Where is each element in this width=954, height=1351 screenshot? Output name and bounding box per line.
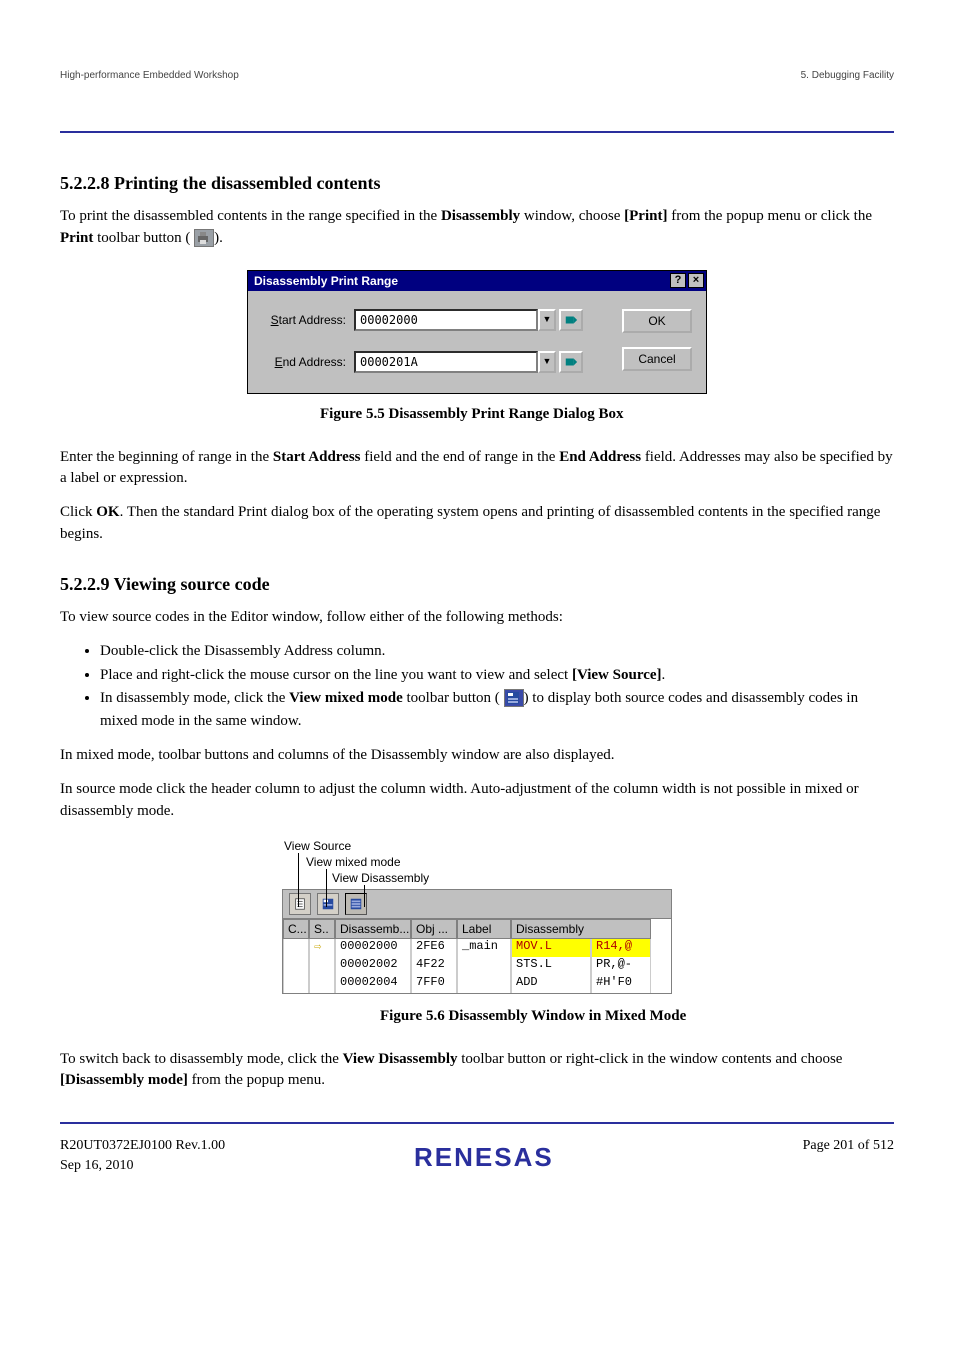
figure-mixed-mode: View Source View mixed mode View Disasse… <box>282 839 672 994</box>
column-header[interactable]: C... <box>283 919 309 939</box>
top-divider <box>60 131 894 133</box>
doc-title: High-performance Embedded Workshop <box>60 70 239 81</box>
label-picker-icon[interactable] <box>559 309 583 331</box>
close-icon[interactable]: × <box>688 273 704 288</box>
dialog-title: Disassembly Print Range <box>254 274 398 288</box>
ok-button[interactable]: OK <box>622 309 692 333</box>
callout-label: View Source <box>284 839 351 853</box>
chevron-down-icon[interactable]: ▼ <box>538 309 556 331</box>
figure-caption: Figure 5.6 Disassembly Window in Mixed M… <box>380 1008 894 1025</box>
print-icon <box>194 229 214 247</box>
end-address-label: End Address: <box>262 355 346 369</box>
paragraph: To print the disassembled contents in th… <box>60 206 894 250</box>
callout-label: View mixed mode <box>306 855 401 869</box>
renesas-logo: RENESAS <box>414 1142 614 1179</box>
start-address-input[interactable] <box>354 309 538 331</box>
chevron-down-icon[interactable]: ▼ <box>538 351 556 373</box>
paragraph: In source mode click the header column t… <box>60 779 894 823</box>
list-item: In disassembly mode, click the View mixe… <box>100 687 894 734</box>
column-header[interactable]: S.. <box>309 919 335 939</box>
table-row: 000020047FF0ADD#H'F0 <box>283 975 671 993</box>
column-header[interactable]: Label <box>457 919 511 939</box>
table-row: 000020024F22STS.LPR,@- <box>283 957 671 975</box>
table-row: ⇨ 000020002FE6_mainMOV.LR14,@ <box>283 939 671 957</box>
doc-ref: R20UT0372EJ0100 Rev.1.00 <box>60 1138 225 1154</box>
paragraph: In mixed mode, toolbar buttons and colum… <box>60 745 894 767</box>
view-mixed-mode-icon[interactable] <box>317 893 339 915</box>
column-header[interactable]: Obj ... <box>411 919 457 939</box>
paragraph: To switch back to disassembly mode, clic… <box>60 1049 894 1093</box>
column-header[interactable]: Disassemb... <box>335 919 411 939</box>
doc-date: Sep 16, 2010 <box>60 1158 225 1174</box>
start-address-label: Start Address: <box>262 313 346 327</box>
paragraph: Enter the beginning of range in the Star… <box>60 447 894 491</box>
callout-label: View Disassembly <box>332 871 429 885</box>
list-item: Double-click the Disassembly Address col… <box>100 640 894 663</box>
help-icon[interactable]: ? <box>670 273 686 288</box>
mixed-mode-icon <box>504 689 524 707</box>
figure-caption: Figure 5.5 Disassembly Print Range Dialo… <box>320 406 894 423</box>
column-header[interactable]: Disassembly <box>511 919 651 939</box>
list-item: Place and right-click the mouse cursor o… <box>100 664 894 687</box>
view-source-icon[interactable] <box>289 893 311 915</box>
pc-arrow-icon: ⇨ <box>309 939 335 957</box>
svg-text:RENESAS: RENESAS <box>414 1142 554 1172</box>
section-heading-print: 5.2.2.8 Printing the disassembled conten… <box>60 173 894 194</box>
label-picker-icon[interactable] <box>559 351 583 373</box>
paragraph: To view source codes in the Editor windo… <box>60 607 894 629</box>
page-number: Page 201 of 512 <box>803 1138 894 1154</box>
figure-print-range-dialog: Disassembly Print Range ? × Start Addres… <box>247 270 707 394</box>
bottom-divider <box>60 1122 894 1124</box>
section-path: 5. Debugging Facility <box>801 70 894 81</box>
paragraph: Click OK. Then the standard Print dialog… <box>60 502 894 546</box>
section-heading-viewsource: 5.2.2.9 Viewing source code <box>60 574 894 595</box>
cancel-button[interactable]: Cancel <box>622 347 692 371</box>
end-address-input[interactable] <box>354 351 538 373</box>
